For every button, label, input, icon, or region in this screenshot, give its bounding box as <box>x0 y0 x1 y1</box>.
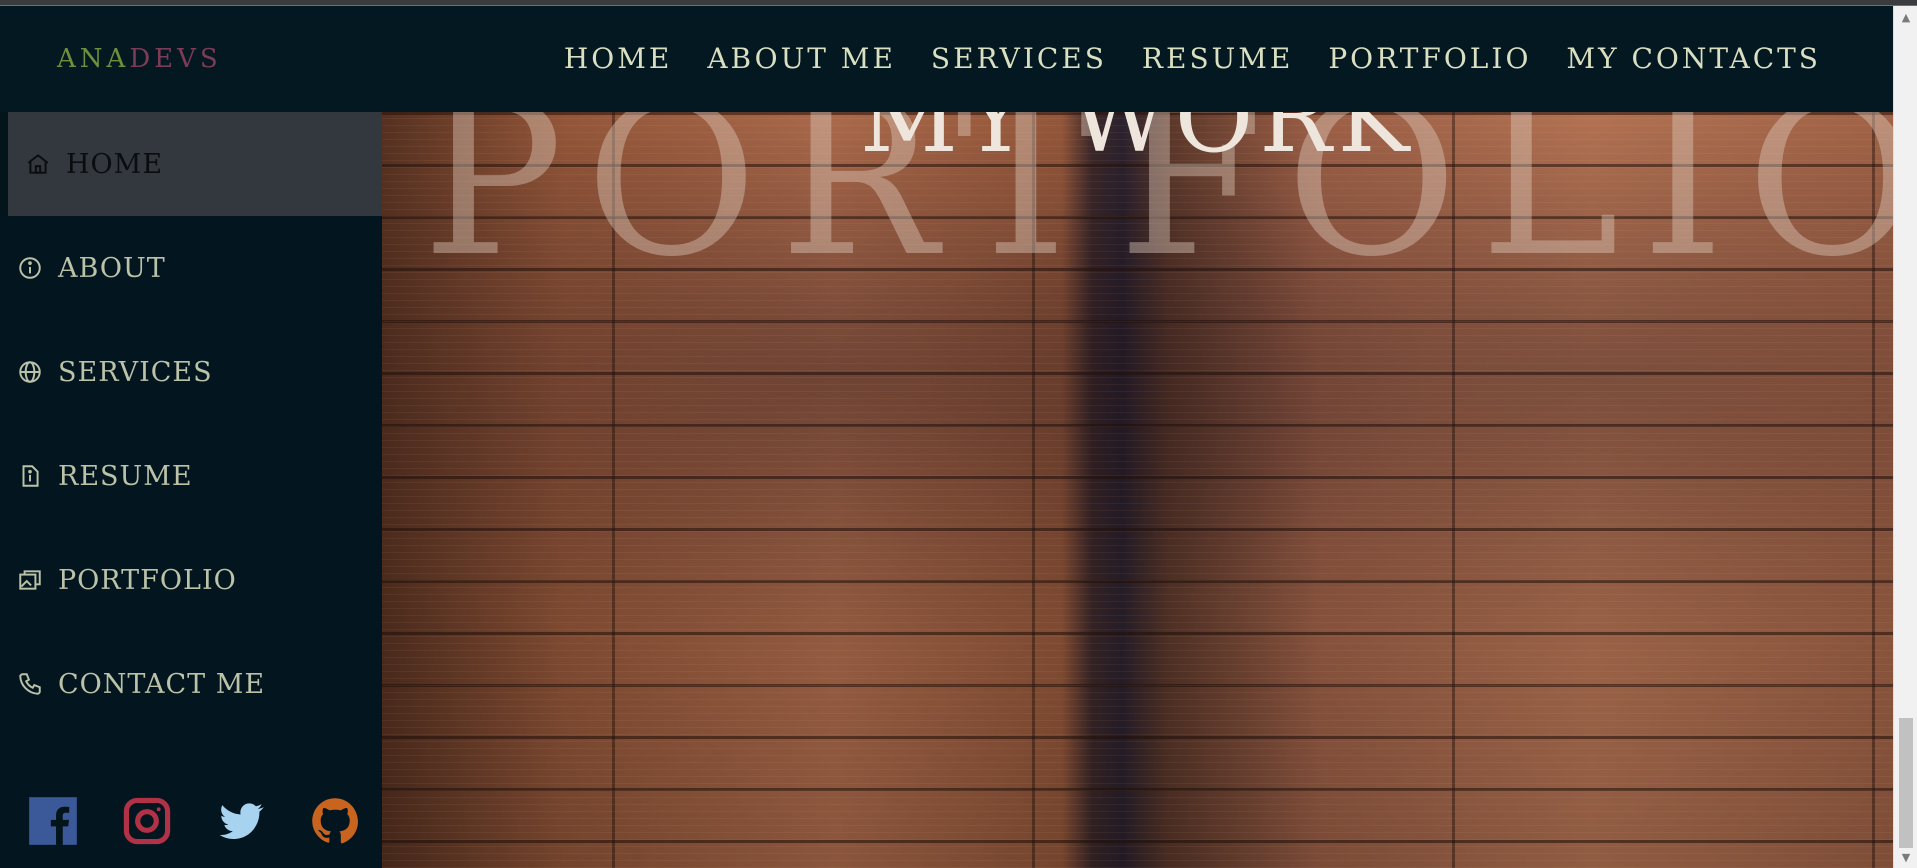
sidebar-item-home[interactable]: HOME <box>0 112 382 216</box>
sidebar-item-about[interactable]: ABOUT <box>0 216 382 320</box>
scroll-down-arrow-icon[interactable]: ▼ <box>1894 848 1917 866</box>
twitter-icon[interactable] <box>214 794 268 848</box>
page-scrollbar[interactable]: ▲ ▼ <box>1893 6 1917 868</box>
scroll-up-arrow-icon[interactable]: ▲ <box>1894 8 1917 26</box>
sidebar-item-resume[interactable]: RESUME <box>0 424 382 528</box>
brand-logo[interactable]: ANADEVS <box>57 44 222 74</box>
sidebar-item-label: ABOUT <box>58 252 166 284</box>
sidebar: HOME ABOUT SERVICES RESUME PORTFOLIO CON… <box>0 112 382 868</box>
sidebar-item-label: PORTFOLIO <box>58 564 237 596</box>
nav-link-portfolio[interactable]: PORTFOLIO <box>1328 42 1531 75</box>
document-icon <box>16 462 44 490</box>
scrollbar-thumb[interactable] <box>1899 718 1913 848</box>
top-nav-links: HOME ABOUT ME SERVICES RESUME PORTFOLIO … <box>564 42 1821 75</box>
sidebar-item-contact-me[interactable]: CONTACT ME <box>0 632 382 736</box>
section-title: MY WORK <box>859 112 1416 174</box>
nav-link-my-contacts[interactable]: MY CONTACTS <box>1566 42 1821 75</box>
nav-link-about-me[interactable]: ABOUT ME <box>707 42 896 75</box>
facebook-icon[interactable] <box>26 794 80 848</box>
portfolio-hero: PORTFOLIO MY WORK <box>382 112 1893 868</box>
sidebar-item-label: CONTACT ME <box>58 668 266 700</box>
sidebar-item-portfolio[interactable]: PORTFOLIO <box>0 528 382 632</box>
sidebar-item-services[interactable]: SERVICES <box>0 320 382 424</box>
images-icon <box>16 566 44 594</box>
nav-link-services[interactable]: SERVICES <box>931 42 1107 75</box>
sidebar-item-label: HOME <box>66 148 164 180</box>
top-navbar: ANADEVS HOME ABOUT ME SERVICES RESUME PO… <box>0 6 1893 112</box>
instagram-icon[interactable] <box>120 794 174 848</box>
github-icon[interactable] <box>308 794 362 848</box>
sidebar-item-label: RESUME <box>58 460 193 492</box>
brand-part-2: DEVS <box>129 44 222 74</box>
phone-icon <box>16 670 44 698</box>
info-icon <box>16 254 44 282</box>
social-links <box>26 794 362 848</box>
home-icon <box>24 150 52 178</box>
brand-part-1: ANA <box>57 44 130 74</box>
sidebar-item-label: SERVICES <box>58 356 213 388</box>
nav-link-resume[interactable]: RESUME <box>1142 42 1293 75</box>
nav-link-home[interactable]: HOME <box>564 42 672 75</box>
globe-icon <box>16 358 44 386</box>
